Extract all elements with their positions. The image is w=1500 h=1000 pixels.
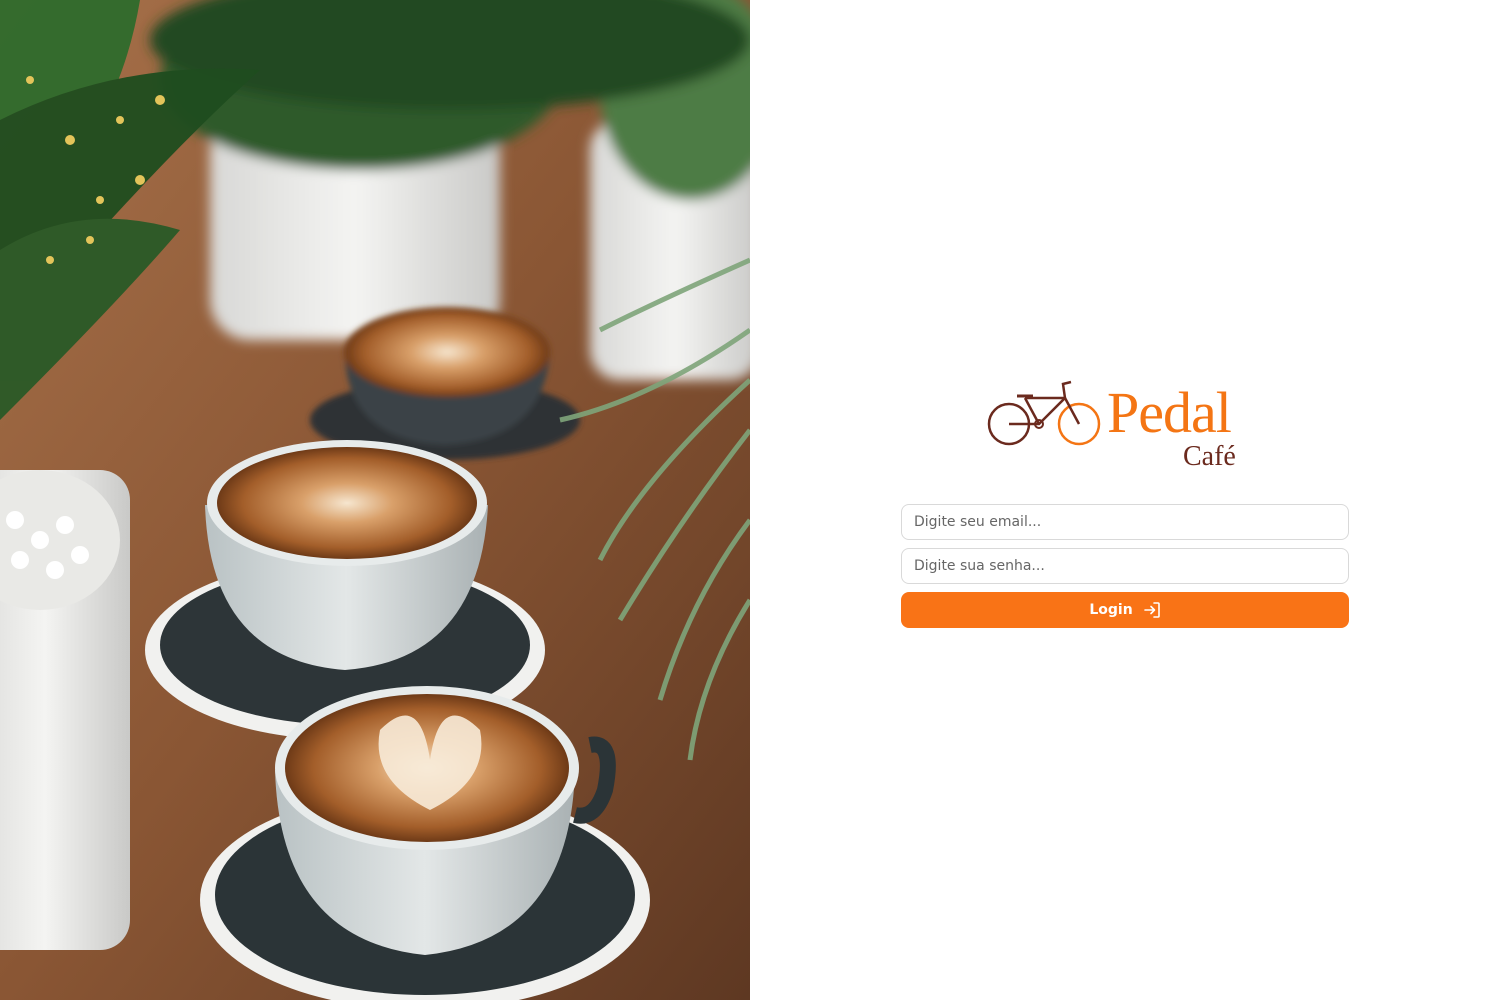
- brand-logo: Pedal Café: [987, 378, 1249, 476]
- coffee-cups-photo: [0, 0, 750, 1000]
- password-field[interactable]: [901, 548, 1349, 584]
- login-panel: Pedal Café Login: [750, 0, 1500, 1000]
- brand-subtitle: Café: [1183, 441, 1236, 472]
- login-form: Login: [901, 504, 1349, 628]
- email-field[interactable]: [901, 504, 1349, 540]
- login-button-label: Login: [1089, 602, 1133, 618]
- brand-name: Pedal: [1107, 380, 1232, 445]
- hero-image: [0, 0, 750, 1000]
- bicycle-icon: [987, 380, 1101, 446]
- login-button[interactable]: Login: [901, 592, 1349, 628]
- log-in-icon: [1143, 602, 1160, 618]
- login-page: Pedal Café Login: [0, 0, 1500, 1000]
